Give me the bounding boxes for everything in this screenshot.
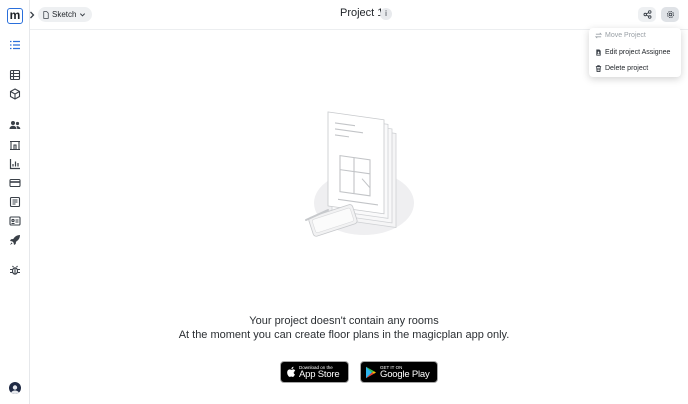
- menu-item-delete-project[interactable]: Delete project: [595, 62, 648, 74]
- app-store-badge[interactable]: Download on the App Store: [280, 361, 349, 383]
- bug-icon[interactable]: [9, 264, 21, 276]
- empty-state-subtitle: At the moment you can create floor plans…: [178, 329, 510, 341]
- document-icon: [43, 10, 49, 19]
- menu-item-label: Edit project Assignee: [605, 48, 671, 56]
- card-icon[interactable]: [9, 177, 21, 189]
- share-icon: [643, 10, 651, 19]
- gear-icon: [666, 10, 674, 19]
- google-play-icon: [366, 366, 376, 378]
- swap-icon: [595, 32, 602, 38]
- empty-state-title: Your project doesn't contain any rooms: [249, 315, 439, 327]
- users-icon[interactable]: [9, 119, 21, 131]
- menu-item-edit-assignee[interactable]: Edit project Assignee: [595, 46, 670, 58]
- menu-item-label: Delete project: [605, 64, 649, 72]
- project-title: Project 1: [340, 7, 384, 19]
- google-play-big-text: Google Play: [380, 368, 430, 380]
- app-store-big-text: App Store: [299, 368, 340, 380]
- sketch-label: Sketch: [52, 10, 77, 19]
- sketch-dropdown-button[interactable]: Sketch: [38, 7, 93, 22]
- file-user-icon: [596, 48, 601, 56]
- user-avatar[interactable]: [9, 382, 21, 394]
- google-play-badge[interactable]: GET IT ON Google Play: [360, 361, 438, 383]
- menu-item-move-project[interactable]: Move Project: [595, 29, 646, 41]
- chevron-right-icon[interactable]: [27, 8, 37, 20]
- magicplan-logo[interactable]: m: [7, 8, 23, 24]
- share-button[interactable]: [638, 7, 656, 22]
- settings-menu: Move Project Edit project Assignee Delet…: [589, 28, 681, 77]
- menu-item-label: Move Project: [605, 31, 646, 39]
- id-card-icon[interactable]: [9, 215, 21, 227]
- settings-button[interactable]: [661, 7, 679, 22]
- chevron-down-icon: [80, 13, 86, 17]
- sidebar: m: [0, 0, 30, 404]
- form-icon[interactable]: [9, 196, 21, 208]
- chart-icon[interactable]: [9, 158, 21, 170]
- list-icon[interactable]: [9, 39, 21, 51]
- info-icon[interactable]: i: [380, 8, 392, 20]
- apple-icon: [287, 366, 296, 377]
- table-icon[interactable]: [9, 69, 21, 81]
- building-icon[interactable]: [9, 139, 21, 151]
- rocket-icon[interactable]: [9, 234, 21, 246]
- empty-floorplan-illustration: [305, 111, 414, 237]
- trash-icon: [595, 64, 602, 72]
- cube-icon[interactable]: [9, 88, 21, 100]
